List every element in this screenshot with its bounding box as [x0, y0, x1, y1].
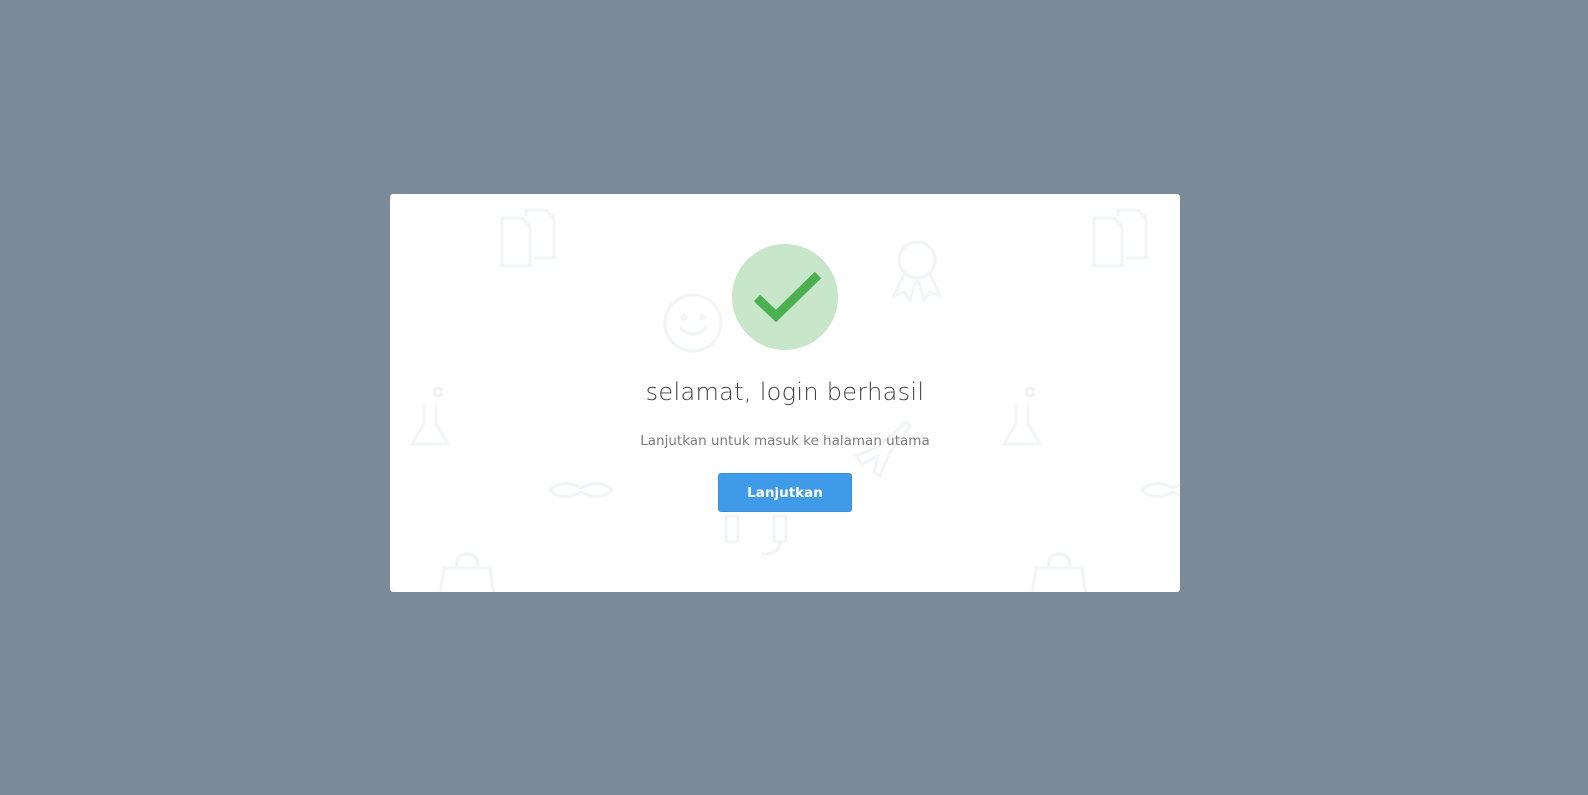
dialog-message: Lanjutkan untuk masuk ke halaman utama [640, 433, 930, 449]
bag-icon [1030, 552, 1088, 592]
documents-icon [500, 208, 556, 268]
continue-button[interactable]: Lanjutkan [718, 473, 852, 512]
success-checkmark-icon [732, 244, 838, 350]
smiley-icon [663, 293, 723, 353]
dialog-title: selamat, login berhasil [645, 378, 925, 406]
mustache-icon [547, 482, 615, 498]
documents-icon [1092, 208, 1148, 268]
mustache-icon [1139, 482, 1180, 498]
bag-icon [438, 552, 496, 592]
success-dialog: selamat, login berhasil Lanjutkan untuk … [390, 194, 1180, 592]
plane-icon [853, 419, 912, 479]
award-icon [891, 240, 943, 304]
